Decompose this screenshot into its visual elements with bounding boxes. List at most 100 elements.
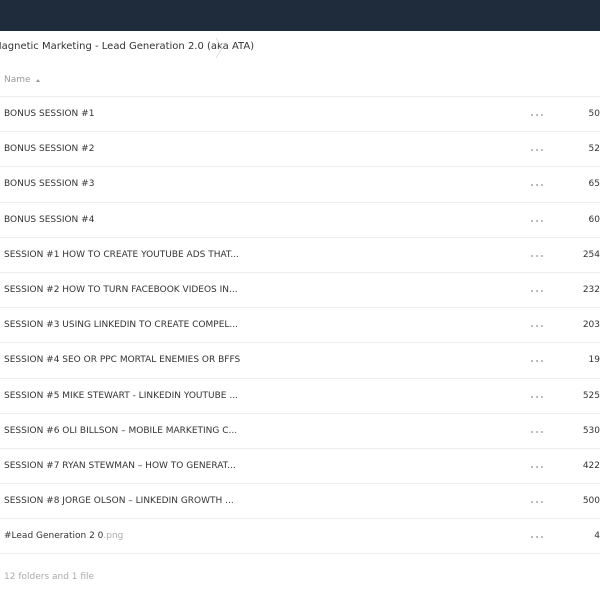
more-options-dot [531, 501, 533, 504]
file-size: 525 [582, 390, 600, 401]
file-size: 19 [588, 355, 600, 366]
more-options-icon[interactable] [531, 253, 543, 259]
more-options-dot [531, 430, 533, 433]
file-size: 50 [588, 109, 600, 119]
file-list-row[interactable]: SESSION #1 HOW TO CREATE YOUTUBE ADS THA… [0, 238, 600, 273]
more-options-dot [541, 430, 543, 433]
file-name-text: BONUS SESSION #4 [4, 214, 95, 225]
more-options-dot [531, 395, 533, 398]
file-name[interactable]: SESSION #4 SEO OR PPC MORTAL ENEMIES OR … [4, 354, 240, 366]
file-size: 500 [582, 496, 600, 507]
chevron-right-icon [215, 37, 223, 59]
more-options-dot [541, 219, 543, 222]
more-options-icon[interactable] [531, 147, 543, 153]
more-options-dot [536, 465, 538, 468]
file-name[interactable]: SESSION #5 MIKE STEWART - LINKEDIN YOUTU… [4, 390, 238, 402]
more-options-dot [531, 465, 533, 468]
file-list: BONUS SESSION #1 50 BONUS SESSION #2 52 BONU… [0, 97, 600, 555]
file-list-row[interactable]: SESSION #6 OLI BILLSON – MOBILE MARKETIN… [0, 414, 600, 449]
more-options-icon[interactable] [531, 323, 543, 329]
more-options-dot [541, 289, 543, 292]
more-options-dot [536, 254, 538, 257]
file-name-text: SESSION #6 OLI BILLSON – MOBILE MARKETIN… [4, 425, 238, 436]
more-options-dot [536, 114, 538, 116]
file-name-text: SESSION #4 SEO OR PPC MORTAL ENEMIES OR … [4, 355, 241, 366]
file-name[interactable]: BONUS SESSION #1 [4, 108, 94, 120]
file-name-text: BONUS SESSION #3 [4, 179, 95, 190]
file-name-text: #Lead Generation 2 0 [4, 531, 104, 542]
more-options-dot [536, 184, 538, 187]
more-options-dot [531, 184, 533, 187]
more-options-dot [541, 465, 543, 468]
more-options-dot [541, 536, 543, 539]
file-list-row[interactable]: BONUS SESSION #2 52 [0, 132, 600, 168]
file-name[interactable]: BONUS SESSION #3 [4, 178, 94, 190]
more-options-dot [536, 501, 538, 504]
file-size: 4 [594, 531, 600, 542]
file-list-row[interactable]: BONUS SESSION #3 65 [0, 167, 600, 203]
sort-by-name-button[interactable]: Name [4, 74, 40, 86]
file-list-row[interactable]: SESSION #7 RYAN STEWMAN – HOW TO GENERAT… [0, 449, 600, 485]
more-options-icon[interactable] [531, 534, 543, 540]
file-name[interactable]: BONUS SESSION #4 [4, 214, 94, 226]
file-size: 60 [588, 214, 600, 225]
more-options-icon[interactable] [531, 394, 543, 400]
file-name[interactable]: #Lead Generation 2 0.png [4, 530, 123, 542]
more-options-dot [541, 184, 543, 187]
more-options-dot [531, 325, 533, 328]
more-options-dot [536, 360, 538, 363]
more-options-dot [531, 219, 533, 222]
more-options-dot [531, 536, 533, 539]
more-options-icon[interactable] [531, 288, 543, 294]
file-list-row[interactable]: SESSION #3 USING LINKEDIN TO CREATE COMP… [0, 308, 600, 344]
file-list-row[interactable]: BONUS SESSION #4 60 [0, 203, 600, 238]
file-size: 530 [582, 425, 600, 436]
file-name-text: SESSION #7 RYAN STEWMAN – HOW TO GENERAT… [4, 460, 236, 471]
item-count-summary: 12 folders and 1 file [4, 572, 95, 582]
file-list-row[interactable]: BONUS SESSION #1 50 [0, 97, 600, 133]
more-options-icon[interactable] [531, 499, 543, 505]
file-name-text: SESSION #1 HOW TO CREATE YOUTUBE ADS THA… [4, 249, 239, 260]
file-name[interactable]: SESSION #1 HOW TO CREATE YOUTUBE ADS THA… [4, 249, 239, 261]
file-size: 232 [582, 284, 600, 295]
top-navigation-bar [0, 0, 600, 31]
more-options-dot [531, 254, 533, 257]
more-options-dot [541, 325, 543, 328]
file-extension: .png [103, 531, 124, 542]
file-list-row[interactable]: #Lead Generation 2 0.png 4 [0, 519, 600, 555]
more-options-dot [536, 395, 538, 398]
more-options-dot [531, 289, 533, 292]
file-name[interactable]: SESSION #2 HOW TO TURN FACEBOOK VIDEOS I… [4, 284, 238, 296]
list-header: Name [0, 63, 600, 97]
sort-ascending-icon [35, 78, 40, 82]
more-options-dot [541, 360, 543, 363]
more-options-icon[interactable] [531, 218, 543, 224]
file-size: 65 [588, 179, 600, 190]
more-options-dot [536, 149, 538, 152]
file-name[interactable]: SESSION #6 OLI BILLSON – MOBILE MARKETIN… [4, 425, 237, 437]
more-options-icon[interactable] [531, 429, 543, 435]
file-name[interactable]: SESSION #7 RYAN STEWMAN – HOW TO GENERAT… [4, 460, 236, 472]
file-name[interactable]: SESSION #8 JORGE OLSON – LINKEDIN GROWTH… [4, 495, 234, 507]
file-name-text: BONUS SESSION #2 [4, 144, 95, 155]
more-options-icon[interactable] [531, 464, 543, 470]
file-size: 422 [582, 460, 600, 471]
file-size: 254 [582, 249, 600, 260]
more-options-dot [541, 149, 543, 152]
more-options-dot [536, 219, 538, 222]
more-options-dot [536, 325, 538, 328]
more-options-dot [531, 114, 533, 116]
more-options-dot [541, 254, 543, 257]
more-options-dot [541, 114, 543, 116]
file-list-row[interactable]: SESSION #5 MIKE STEWART - LINKEDIN YOUTU… [0, 379, 600, 414]
more-options-icon[interactable] [531, 182, 543, 188]
file-list-row[interactable]: SESSION #2 HOW TO TURN FACEBOOK VIDEOS I… [0, 273, 600, 309]
file-size: 52 [588, 144, 600, 155]
more-options-icon[interactable] [531, 358, 543, 364]
file-name[interactable]: BONUS SESSION #2 [4, 143, 94, 155]
more-options-icon[interactable] [531, 112, 543, 118]
file-list-row[interactable]: SESSION #8 JORGE OLSON – LINKEDIN GROWTH… [0, 484, 600, 520]
file-name[interactable]: SESSION #3 USING LINKEDIN TO CREATE COMP… [4, 319, 238, 331]
more-options-dot [531, 360, 533, 363]
file-list-row[interactable]: SESSION #4 SEO OR PPC MORTAL ENEMIES OR … [0, 343, 600, 379]
